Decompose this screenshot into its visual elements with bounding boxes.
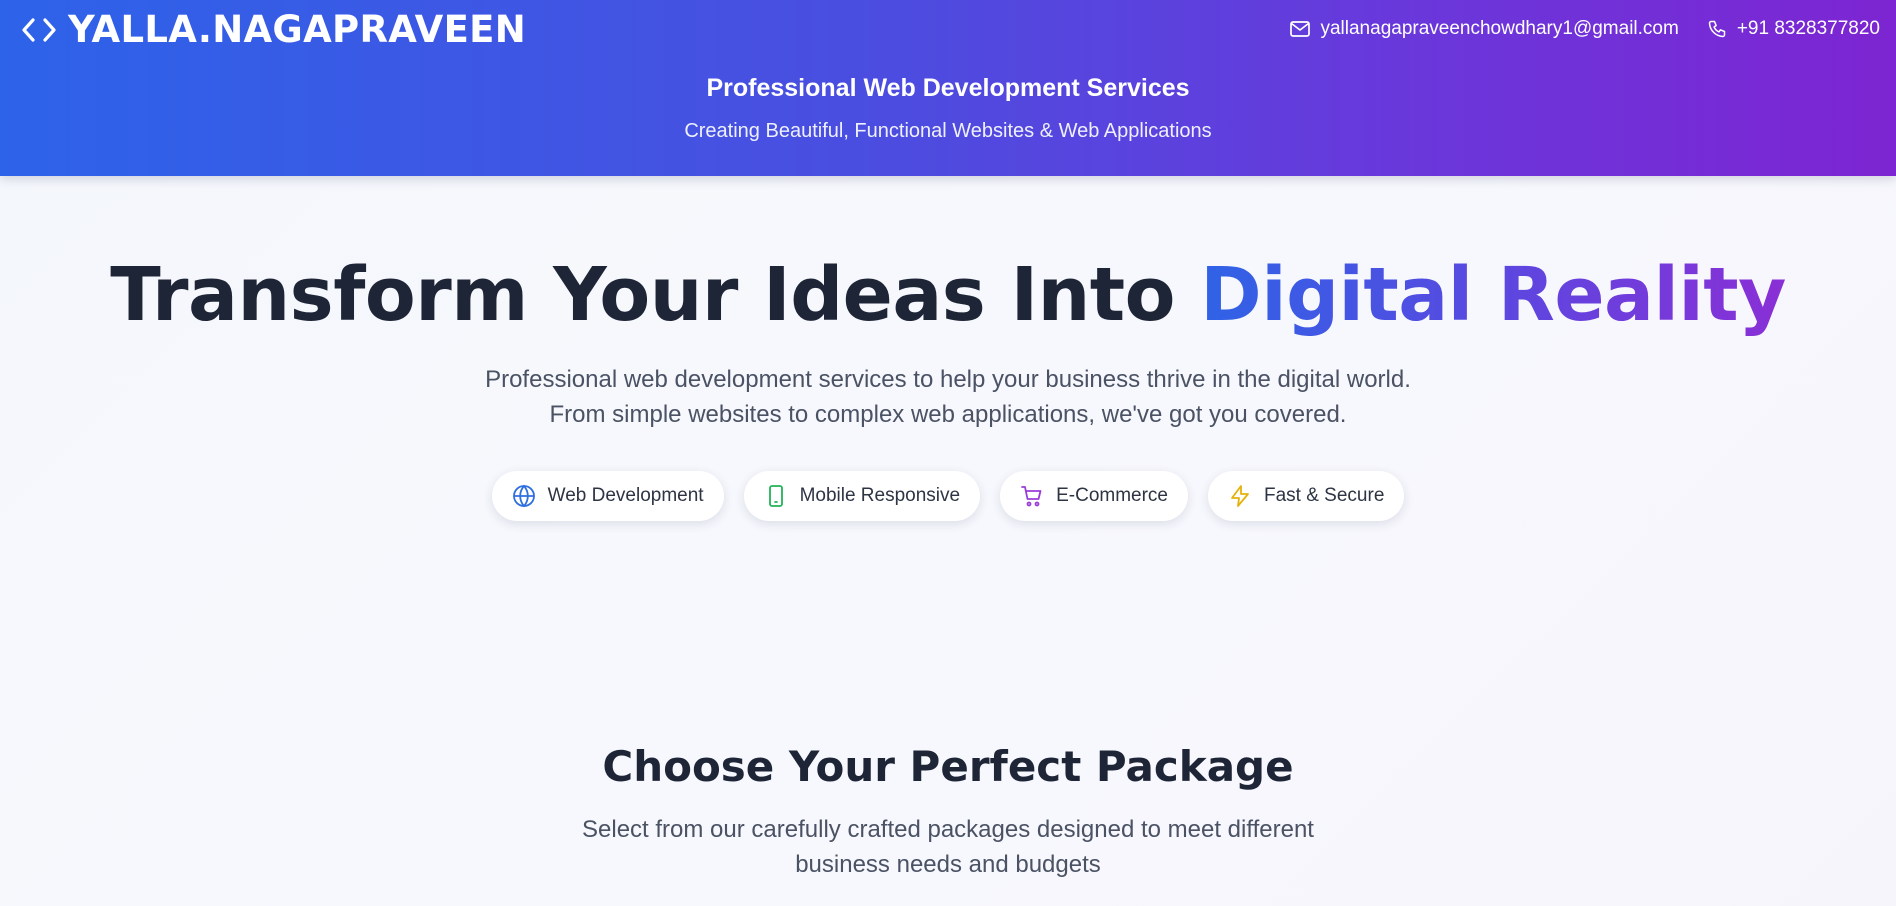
- brand-logo[interactable]: YALLA.NAGAPRAVEEN: [20, 8, 526, 51]
- pill-label: Web Development: [547, 485, 704, 506]
- pill-fast-secure: Fast & Secure: [1208, 471, 1405, 521]
- email-contact[interactable]: yallanagapraveenchowdhary1@gmail.com: [1290, 18, 1679, 40]
- pill-web-development: Web Development: [491, 471, 724, 521]
- lightning-icon: [1228, 484, 1252, 508]
- contact-info: yallanagapraveenchowdhary1@gmail.com +91…: [1290, 18, 1880, 40]
- page: YALLA.NAGAPRAVEEN yallanagapraveenchowdh…: [0, 0, 1896, 906]
- pill-label: E-Commerce: [1056, 485, 1168, 506]
- packages-title: Choose Your Perfect Package: [602, 742, 1294, 791]
- hero-title: Transform Your Ideas Into Digital Realit…: [0, 252, 1896, 338]
- pill-label: Mobile Responsive: [799, 485, 961, 506]
- code-icon: [20, 15, 58, 45]
- cart-icon: [1020, 484, 1044, 508]
- phone-text: +91 8328377820: [1736, 18, 1880, 39]
- hero-title-plain: Transform Your Ideas Into: [110, 252, 1176, 338]
- pill-label: Fast & Secure: [1264, 485, 1385, 506]
- feature-pills: Web Development Mobile Responsive E-Comm…: [0, 471, 1896, 521]
- packages-description: Select from our carefully crafted packag…: [582, 816, 1314, 878]
- pill-e-commerce: E-Commerce: [1000, 471, 1188, 521]
- globe-icon: [512, 484, 536, 508]
- brand-name: YALLA.NAGAPRAVEEN: [68, 8, 527, 51]
- hero-title-accent: Digital Reality: [1200, 252, 1786, 338]
- phone-contact[interactable]: +91 8328377820: [1707, 18, 1880, 40]
- phone-icon: [1707, 19, 1727, 39]
- hero-description: Professional web development services to…: [485, 366, 1411, 428]
- header-title: Professional Web Development Services: [706, 74, 1190, 102]
- email-text: yallanagapraveenchowdhary1@gmail.com: [1320, 18, 1679, 39]
- header-subtitle: Creating Beautiful, Functional Websites …: [684, 120, 1212, 142]
- pill-mobile-responsive: Mobile Responsive: [743, 471, 981, 521]
- mail-icon: [1290, 21, 1311, 37]
- site-header: YALLA.NAGAPRAVEEN yallanagapraveenchowdh…: [0, 0, 1896, 176]
- smartphone-icon: [764, 484, 788, 508]
